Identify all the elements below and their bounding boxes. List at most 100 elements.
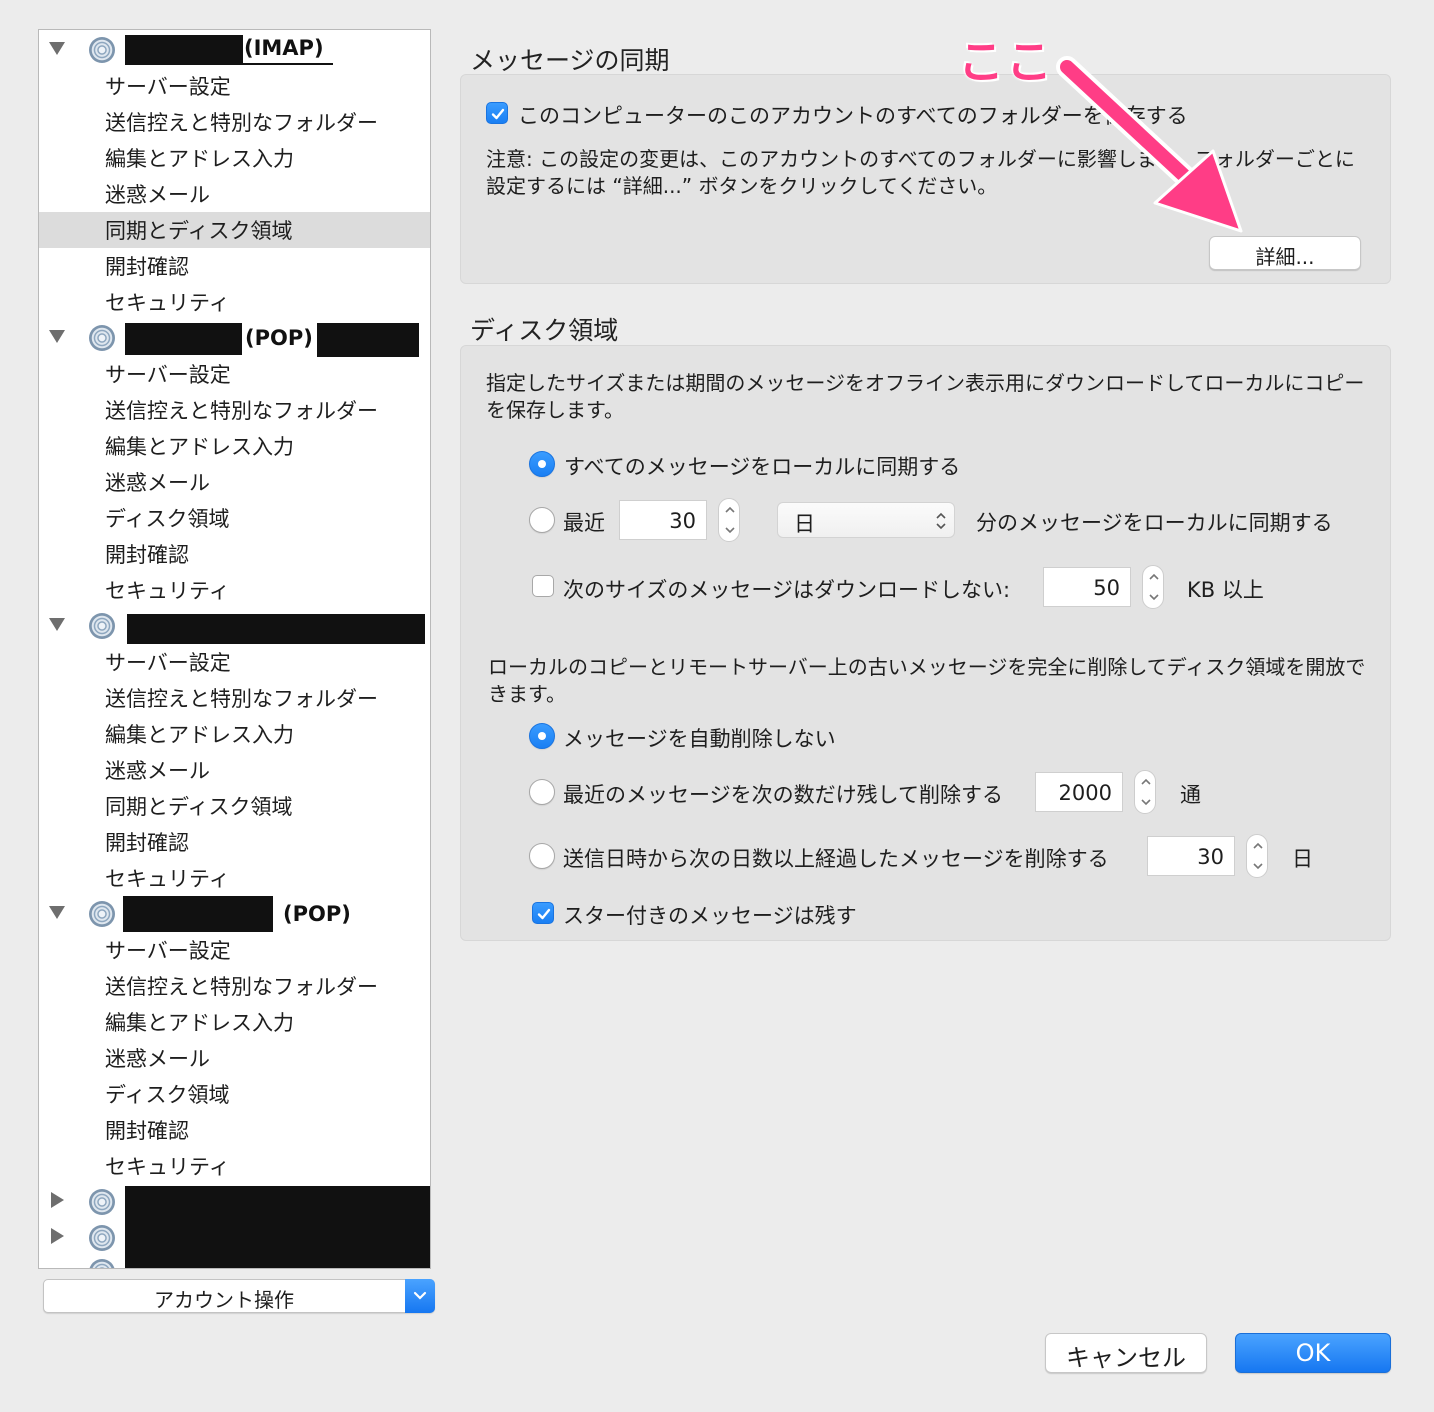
tree-item-security[interactable]: セキュリティ xyxy=(39,860,430,896)
account-actions-menu[interactable]: アカウント操作 xyxy=(43,1279,435,1313)
updown-icon xyxy=(936,512,946,530)
tree-item-server-settings[interactable]: サーバー設定 xyxy=(39,356,430,392)
tree-item-server-settings[interactable]: サーバー設定 xyxy=(39,68,430,104)
account-icon xyxy=(89,1225,115,1251)
chevron-down-icon[interactable] xyxy=(1140,797,1152,807)
account-icon xyxy=(89,37,115,63)
ok-button[interactable]: OK xyxy=(1235,1333,1391,1373)
tree-item-disk[interactable]: ディスク領域 xyxy=(39,1076,430,1112)
tree-item-security[interactable]: セキュリティ xyxy=(39,572,430,608)
tree-item-sync-disk-selected[interactable]: 同期とディスク領域 xyxy=(39,212,430,248)
annotation-text: ここ xyxy=(958,35,1054,89)
account-underline xyxy=(125,63,333,65)
size-limit-checkbox[interactable] xyxy=(532,575,554,597)
sync-recent-stepper[interactable] xyxy=(718,498,740,542)
tree-item-composition[interactable]: 編集とアドレス入力 xyxy=(39,428,430,464)
tree-item-composition[interactable]: 編集とアドレス入力 xyxy=(39,140,430,176)
no-delete-label: メッセージを自動削除しない xyxy=(563,727,836,751)
cancel-button[interactable]: キャンセル xyxy=(1045,1333,1207,1373)
chevron-down-icon[interactable] xyxy=(724,525,736,535)
account-tree[interactable]: (IMAP) サーバー設定 送信控えと特別なフォルダー 編集とアドレス入力 迷惑… xyxy=(38,29,431,1269)
sync-recent-unit-select[interactable]: 日 xyxy=(777,502,955,538)
chevron-down-icon[interactable] xyxy=(1148,592,1160,602)
sync-recent-suffix: 分のメッセージをローカルに同期する xyxy=(976,511,1333,535)
tree-item-junk[interactable]: 迷惑メール xyxy=(39,1040,430,1076)
disclosure-closed-icon[interactable] xyxy=(51,1192,64,1208)
keep-count-label: 最近のメッセージを次の数だけ残して削除する xyxy=(563,783,1003,807)
account-type-tag: (IMAP) xyxy=(244,36,324,60)
redacted-account-name xyxy=(123,896,273,932)
chevron-up-icon[interactable] xyxy=(1252,841,1264,851)
delete-days-unit: 日 xyxy=(1292,847,1313,871)
delete-days-stepper[interactable] xyxy=(1246,834,1268,878)
chevron-up-icon[interactable] xyxy=(1140,777,1152,787)
tree-item-composition[interactable]: 編集とアドレス入力 xyxy=(39,1004,430,1040)
size-limit-field[interactable]: 50 xyxy=(1043,567,1131,607)
tree-item-copies-folders[interactable]: 送信控えと特別なフォルダー xyxy=(39,968,430,1004)
chevron-up-icon[interactable] xyxy=(724,505,736,515)
disclosure-closed-icon[interactable] xyxy=(51,1228,64,1244)
delete-days-label: 送信日時から次の日数以上経過したメッセージを削除する xyxy=(563,847,1109,871)
redacted-account-name xyxy=(125,35,243,63)
tree-item-receipts[interactable]: 開封確認 xyxy=(39,248,430,284)
tree-item-composition[interactable]: 編集とアドレス入力 xyxy=(39,716,430,752)
sync-recent-unit-value: 日 xyxy=(794,512,815,536)
tree-item-receipts[interactable]: 開封確認 xyxy=(39,1112,430,1148)
tree-item-security[interactable]: セキュリティ xyxy=(39,1148,430,1184)
tree-item-server-settings[interactable]: サーバー設定 xyxy=(39,932,430,968)
disclosure-open-icon[interactable] xyxy=(49,906,65,919)
tree-item-disk[interactable]: ディスク領域 xyxy=(39,500,430,536)
redacted-account-names xyxy=(125,1186,430,1268)
cleanup-description: ローカルのコピーとリモートサーバー上の古いメッセージを完全に削除してディスク領域… xyxy=(488,655,1366,706)
account-icon xyxy=(89,325,115,351)
account-icon xyxy=(89,901,115,927)
sync-all-label: すべてのメッセージをローカルに同期する xyxy=(564,455,961,479)
account-row-pop[interactable]: (POP) xyxy=(39,896,430,932)
disclosure-open-icon[interactable] xyxy=(49,330,65,343)
chevron-up-icon[interactable] xyxy=(1148,572,1160,582)
tree-item-sync-disk[interactable]: 同期とディスク領域 xyxy=(39,788,430,824)
keep-count-field[interactable]: 2000 xyxy=(1035,772,1123,812)
disk-section-title: ディスク領域 xyxy=(470,316,619,345)
annotation-arrow-icon xyxy=(1056,56,1243,233)
tree-item-junk[interactable]: 迷惑メール xyxy=(39,464,430,500)
account-icon xyxy=(89,1189,115,1215)
chevron-down-icon[interactable] xyxy=(1252,861,1264,871)
tree-item-server-settings[interactable]: サーバー設定 xyxy=(39,644,430,680)
account-row-imap[interactable]: (IMAP) xyxy=(39,32,430,68)
account-row-pop[interactable]: (POP) xyxy=(39,320,430,357)
tree-item-copies-folders[interactable]: 送信控えと特別なフォルダー xyxy=(39,392,430,428)
account-type-tag: (POP) xyxy=(245,326,313,350)
size-limit-label: 次のサイズのメッセージはダウンロードしない: xyxy=(563,578,1011,602)
keep-starred-label: スター付きのメッセージは残す xyxy=(563,904,857,928)
tree-item-junk[interactable]: 迷惑メール xyxy=(39,176,430,212)
account-actions-label: アカウント操作 xyxy=(154,1288,294,1312)
tree-item-receipts[interactable]: 開封確認 xyxy=(39,536,430,572)
tree-item-copies-folders[interactable]: 送信控えと特別なフォルダー xyxy=(39,680,430,716)
redacted-account-name xyxy=(127,614,425,644)
chevron-down-icon[interactable] xyxy=(405,1279,435,1313)
size-limit-stepper[interactable] xyxy=(1142,565,1164,609)
delete-days-radio[interactable] xyxy=(529,843,555,869)
account-type-tag: (POP) xyxy=(283,902,351,926)
keep-all-folders-checkbox[interactable] xyxy=(486,102,508,124)
tree-item-copies-folders[interactable]: 送信控えと特別なフォルダー xyxy=(39,104,430,140)
no-delete-radio[interactable] xyxy=(529,723,555,749)
disclosure-open-icon[interactable] xyxy=(49,618,65,631)
tree-item-security[interactable]: セキュリティ xyxy=(39,284,430,320)
tree-item-junk[interactable]: 迷惑メール xyxy=(39,752,430,788)
keep-count-stepper[interactable] xyxy=(1134,770,1156,814)
keep-count-radio[interactable] xyxy=(529,779,555,805)
sync-recent-radio[interactable] xyxy=(529,507,555,533)
delete-days-field[interactable]: 30 xyxy=(1147,836,1235,876)
keep-count-unit: 通 xyxy=(1180,783,1201,807)
tree-item-receipts[interactable]: 開封確認 xyxy=(39,824,430,860)
account-icon xyxy=(89,613,115,639)
redacted-account-address xyxy=(317,323,419,357)
keep-starred-checkbox[interactable] xyxy=(532,902,554,924)
sync-recent-days-field[interactable]: 30 xyxy=(619,500,707,540)
account-row[interactable] xyxy=(39,608,430,644)
disclosure-open-icon[interactable] xyxy=(49,42,65,55)
sync-all-radio[interactable] xyxy=(529,451,555,477)
account-icon xyxy=(89,1259,115,1268)
